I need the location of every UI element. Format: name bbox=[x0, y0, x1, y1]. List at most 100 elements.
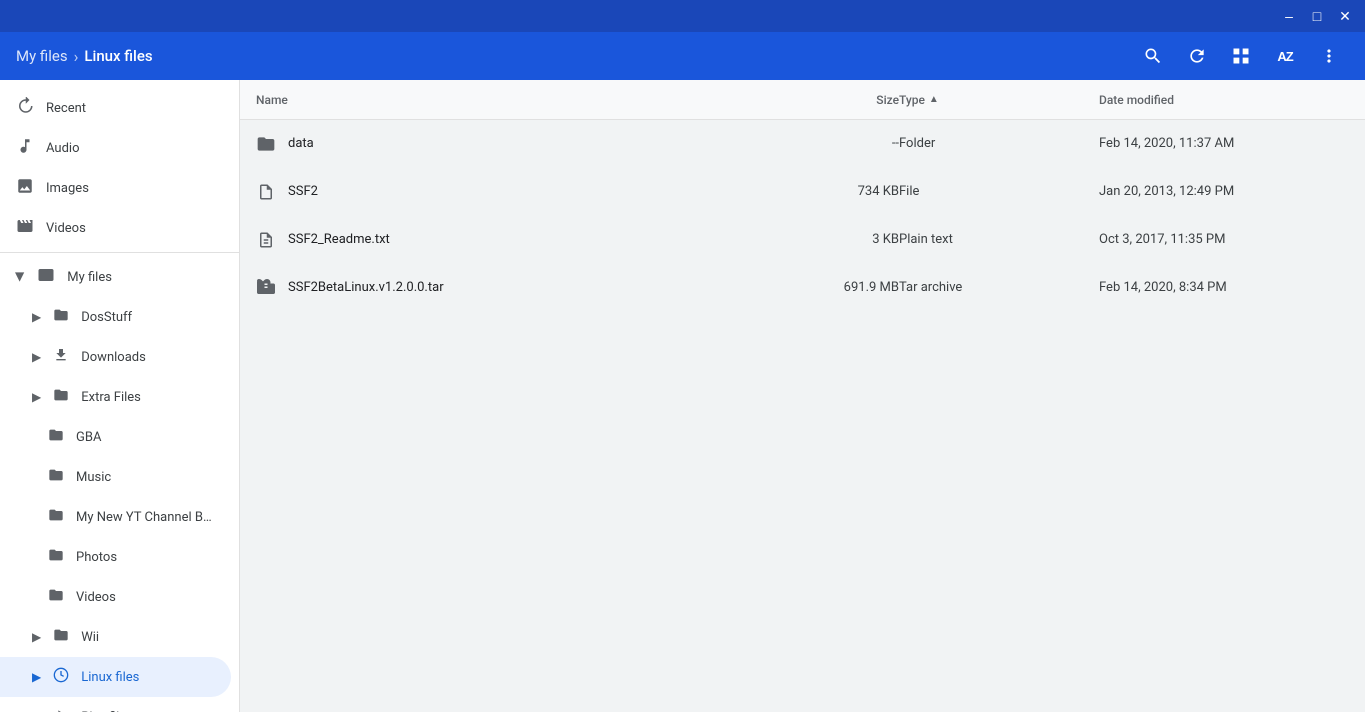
sidebar-label-recent: Recent bbox=[46, 101, 86, 116]
file-area: Name Size Type ▲ Date modified dat bbox=[240, 80, 1365, 712]
file-name-cell-data: data bbox=[256, 134, 779, 154]
table-row[interactable]: SSF2_Readme.txt 3 KB Plain text Oct 3, 2… bbox=[240, 216, 1365, 264]
file-size-ssf2: 734 KB bbox=[779, 184, 899, 199]
breadcrumb-root[interactable]: My files bbox=[16, 47, 68, 65]
playfiles-icon bbox=[53, 707, 69, 712]
sidebar-item-linuxfiles[interactable]: ▶ Linux files bbox=[0, 657, 231, 697]
expand-icon-dosstuff: ▶ bbox=[32, 310, 41, 324]
wii-icon bbox=[53, 627, 69, 647]
file-type-tar: Tar archive bbox=[899, 280, 1099, 295]
dosstuff-icon bbox=[53, 307, 69, 327]
gba-icon bbox=[48, 427, 64, 447]
sidebar-label-extrafiles: Extra Files bbox=[81, 390, 141, 405]
sidebar-item-videos[interactable]: Videos bbox=[0, 208, 231, 248]
sidebar-item-dosstuff[interactable]: ▶ DosStuff bbox=[0, 297, 231, 337]
sidebar-item-mynewyt[interactable]: My New YT Channel Bann... bbox=[0, 497, 231, 537]
sort-arrow-type: ▲ bbox=[929, 94, 939, 105]
sidebar-label-downloads: Downloads bbox=[81, 350, 146, 365]
header-actions: AZ bbox=[1133, 36, 1349, 76]
sidebar-label-music: Music bbox=[76, 470, 111, 485]
breadcrumb-current: Linux files bbox=[84, 47, 152, 65]
table-body: data -- Folder Feb 14, 2020, 11:37 AM SS… bbox=[240, 120, 1365, 712]
file-name: SSF2 bbox=[288, 184, 318, 199]
file-date-ssf2: Jan 20, 2013, 12:49 PM bbox=[1099, 184, 1349, 199]
sidebar-item-videos-sub[interactable]: Videos bbox=[0, 577, 231, 617]
main-layout: Recent Audio Images Videos ▶ bbox=[0, 80, 1365, 712]
sidebar-item-recent[interactable]: Recent bbox=[0, 88, 231, 128]
file-size-readme: 3 KB bbox=[779, 232, 899, 247]
more-menu-button[interactable] bbox=[1309, 36, 1349, 76]
sort-button[interactable]: AZ bbox=[1265, 36, 1305, 76]
sidebar-label-mynewyt: My New YT Channel Bann... bbox=[76, 510, 215, 525]
archive-icon bbox=[256, 278, 276, 298]
downloads-icon bbox=[53, 347, 69, 367]
col-header-date[interactable]: Date modified bbox=[1099, 93, 1349, 107]
file-date-readme: Oct 3, 2017, 11:35 PM bbox=[1099, 232, 1349, 247]
sidebar-label-photos: Photos bbox=[76, 550, 117, 565]
minimize-button[interactable]: – bbox=[1277, 4, 1301, 28]
sidebar-label-images: Images bbox=[46, 181, 89, 196]
col-header-name[interactable]: Name bbox=[256, 93, 779, 107]
file-date-data: Feb 14, 2020, 11:37 AM bbox=[1099, 136, 1349, 151]
refresh-button[interactable] bbox=[1177, 36, 1217, 76]
title-bar: – □ ✕ bbox=[0, 0, 1365, 32]
sidebar-label-dosstuff: DosStuff bbox=[81, 310, 132, 325]
sidebar-label-videos: Videos bbox=[46, 221, 86, 236]
file-name: SSF2BetaLinux.v1.2.0.0.tar bbox=[288, 280, 444, 295]
file-size-data: -- bbox=[779, 136, 899, 151]
breadcrumb: My files › Linux files bbox=[16, 47, 1125, 66]
linuxfiles-icon bbox=[53, 667, 69, 687]
file-type-data: Folder bbox=[899, 136, 1099, 151]
table-row[interactable]: SSF2BetaLinux.v1.2.0.0.tar 691.9 MB Tar … bbox=[240, 264, 1365, 312]
file-date-tar: Feb 14, 2020, 8:34 PM bbox=[1099, 280, 1349, 295]
sidebar-item-downloads[interactable]: ▶ Downloads bbox=[0, 337, 231, 377]
table-row[interactable]: data -- Folder Feb 14, 2020, 11:37 AM bbox=[240, 120, 1365, 168]
videos-sub-icon bbox=[48, 587, 64, 607]
sidebar-item-images[interactable]: Images bbox=[0, 168, 231, 208]
col-size-label: Size bbox=[876, 93, 899, 107]
col-date-label: Date modified bbox=[1099, 93, 1174, 107]
images-icon bbox=[16, 177, 34, 199]
sidebar-item-photos[interactable]: Photos bbox=[0, 537, 231, 577]
table-row[interactable]: SSF2 734 KB File Jan 20, 2013, 12:49 PM bbox=[240, 168, 1365, 216]
col-type-label: Type bbox=[899, 93, 925, 107]
file-name: data bbox=[288, 136, 314, 151]
music-icon bbox=[48, 467, 64, 487]
myfiles-icon bbox=[37, 266, 55, 288]
sidebar-item-music[interactable]: Music bbox=[0, 457, 231, 497]
close-button[interactable]: ✕ bbox=[1333, 4, 1357, 28]
sort-label: AZ bbox=[1277, 49, 1292, 64]
breadcrumb-separator: › bbox=[74, 47, 79, 66]
mynewyt-icon bbox=[48, 507, 64, 527]
expand-icon-wii: ▶ bbox=[32, 630, 41, 644]
sidebar-label-videos-sub: Videos bbox=[76, 590, 116, 605]
sidebar: Recent Audio Images Videos ▶ bbox=[0, 80, 240, 712]
sidebar-label-linuxfiles: Linux files bbox=[81, 670, 139, 685]
expand-icon-extrafiles: ▶ bbox=[32, 390, 41, 404]
maximize-button[interactable]: □ bbox=[1305, 4, 1329, 28]
sidebar-label-wii: Wii bbox=[81, 630, 99, 645]
sidebar-item-myfiles[interactable]: ▶ My files bbox=[0, 257, 231, 297]
sidebar-item-gba[interactable]: GBA bbox=[0, 417, 231, 457]
videos-icon bbox=[16, 217, 34, 239]
sidebar-item-wii[interactable]: ▶ Wii bbox=[0, 617, 231, 657]
expand-icon-linuxfiles: ▶ bbox=[32, 670, 41, 684]
sidebar-item-playfiles[interactable]: ▶ Play files bbox=[0, 697, 231, 712]
sidebar-item-audio[interactable]: Audio bbox=[0, 128, 231, 168]
sidebar-item-extrafiles[interactable]: ▶ Extra Files bbox=[0, 377, 231, 417]
header: My files › Linux files AZ bbox=[0, 32, 1365, 80]
grid-view-button[interactable] bbox=[1221, 36, 1261, 76]
col-name-label: Name bbox=[256, 93, 288, 107]
expand-icon-myfiles: ▶ bbox=[14, 272, 28, 281]
sidebar-label-myfiles: My files bbox=[67, 270, 112, 285]
col-header-type[interactable]: Type ▲ bbox=[899, 93, 1099, 107]
file-name-cell-ssf2: SSF2 bbox=[256, 182, 779, 202]
photos-icon bbox=[48, 547, 64, 567]
expand-icon-downloads: ▶ bbox=[32, 350, 41, 364]
table-header: Name Size Type ▲ Date modified bbox=[240, 80, 1365, 120]
file-type-ssf2: File bbox=[899, 184, 1099, 199]
file-name: SSF2_Readme.txt bbox=[288, 232, 390, 247]
sidebar-label-gba: GBA bbox=[76, 430, 101, 445]
col-header-size[interactable]: Size bbox=[779, 93, 899, 107]
search-button[interactable] bbox=[1133, 36, 1173, 76]
